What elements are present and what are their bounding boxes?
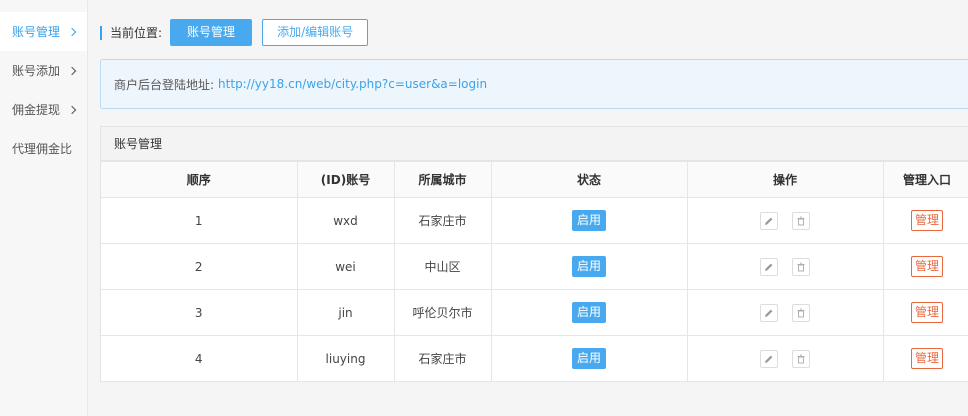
- table-row: 3 jin 呼伦贝尔市 启用 管理: [101, 289, 968, 336]
- order-cell: 2: [101, 243, 298, 290]
- chevron-right-icon: [67, 66, 77, 75]
- table-row: 2 wei 中山区 启用 管理: [101, 243, 968, 290]
- column-header-status: 状态: [490, 161, 688, 198]
- chevron-right-icon: [67, 27, 77, 36]
- manage-button[interactable]: 管理: [910, 210, 943, 231]
- manage-button[interactable]: 管理: [910, 302, 943, 323]
- manage-cell: 管理: [882, 243, 968, 290]
- account-table: 顺序 (ID)账号 所属城市 状态 操作 管理入口 1 wxd 石家庄市 启用: [101, 161, 968, 382]
- chevron-right-icon: [67, 105, 77, 114]
- trash-icon[interactable]: [791, 349, 810, 368]
- account-manage-button[interactable]: 账号管理: [170, 19, 253, 46]
- sidebar-item-agent-commission[interactable]: 代理佣金比: [0, 129, 87, 168]
- breadcrumb-label: 当前位置:: [110, 26, 163, 40]
- account-cell: liuying: [296, 335, 395, 382]
- status-badge: 启用: [571, 348, 606, 369]
- actions-cell: [686, 243, 884, 290]
- sidebar-item-label: 代理佣金比: [12, 142, 73, 156]
- trash-icon[interactable]: [791, 211, 810, 230]
- edit-icon[interactable]: [760, 257, 779, 276]
- status-cell: 启用: [490, 335, 688, 382]
- account-cell: wei: [296, 243, 395, 290]
- city-cell: 石家庄市: [393, 197, 492, 244]
- edit-icon[interactable]: [760, 303, 779, 322]
- sidebar-item-label: 账号添加: [12, 64, 61, 78]
- table-row: 1 wxd 石家庄市 启用 管理: [101, 197, 968, 244]
- table-row: 4 liuying 石家庄市 启用 管理: [101, 335, 968, 382]
- status-badge: 启用: [571, 210, 606, 231]
- sidebar-item-commission-withdraw[interactable]: 佣金提现: [0, 90, 87, 129]
- main-content: 当前位置: 账号管理 添加/编辑账号 商户后台登陆地址: http://yy18…: [89, 0, 968, 416]
- actions-cell: [686, 289, 884, 336]
- column-header-account: (ID)账号: [296, 161, 395, 198]
- column-header-order: 顺序: [101, 161, 298, 198]
- manage-button[interactable]: 管理: [910, 256, 943, 277]
- table-header-row: 顺序 (ID)账号 所属城市 状态 操作 管理入口: [101, 161, 968, 198]
- actions-cell: [686, 197, 884, 244]
- status-cell: 启用: [490, 243, 688, 290]
- manage-cell: 管理: [882, 335, 968, 382]
- status-badge: 启用: [571, 302, 606, 323]
- breadcrumb-accent-bar: [100, 25, 102, 40]
- sidebar-item-account-manage[interactable]: 账号管理: [0, 12, 87, 51]
- city-cell: 中山区: [393, 243, 492, 290]
- merchant-login-link[interactable]: http://yy18.cn/web/city.php?c=user&a=log…: [218, 77, 487, 91]
- sidebar-item-account-add[interactable]: 账号添加: [0, 51, 87, 90]
- sidebar-item-label: 佣金提现: [12, 103, 61, 117]
- column-header-manage: 管理入口: [882, 161, 968, 198]
- edit-icon[interactable]: [760, 211, 779, 230]
- column-header-city: 所属城市: [393, 161, 492, 198]
- account-cell: jin: [296, 289, 395, 336]
- edit-icon[interactable]: [760, 349, 779, 368]
- login-url-notice: 商户后台登陆地址: http://yy18.cn/web/city.php?c=…: [100, 59, 968, 109]
- city-cell: 石家庄市: [393, 335, 492, 382]
- manage-button[interactable]: 管理: [910, 348, 943, 369]
- manage-cell: 管理: [882, 197, 968, 244]
- order-cell: 3: [101, 289, 298, 336]
- status-cell: 启用: [490, 197, 688, 244]
- status-cell: 启用: [490, 289, 688, 336]
- order-cell: 1: [101, 197, 298, 244]
- order-cell: 4: [101, 335, 298, 382]
- sidebar: 账号管理 账号添加 佣金提现 代理佣金比: [0, 0, 88, 416]
- trash-icon[interactable]: [791, 303, 810, 322]
- notice-label: 商户后台登陆地址:: [114, 77, 215, 92]
- account-panel: 账号管理 顺序 (ID)账号 所属城市 状态 操作 管理入口 1 wxd 石家庄…: [100, 126, 968, 382]
- panel-title: 账号管理: [101, 127, 968, 161]
- add-edit-account-button[interactable]: 添加/编辑账号: [262, 19, 369, 46]
- city-cell: 呼伦贝尔市: [393, 289, 492, 336]
- column-header-actions: 操作: [686, 161, 884, 198]
- manage-cell: 管理: [882, 289, 968, 336]
- breadcrumb: 当前位置: 账号管理 添加/编辑账号: [100, 19, 369, 46]
- sidebar-item-label: 账号管理: [12, 25, 61, 39]
- trash-icon[interactable]: [791, 257, 810, 276]
- account-cell: wxd: [296, 197, 395, 244]
- actions-cell: [686, 335, 884, 382]
- status-badge: 启用: [571, 256, 606, 277]
